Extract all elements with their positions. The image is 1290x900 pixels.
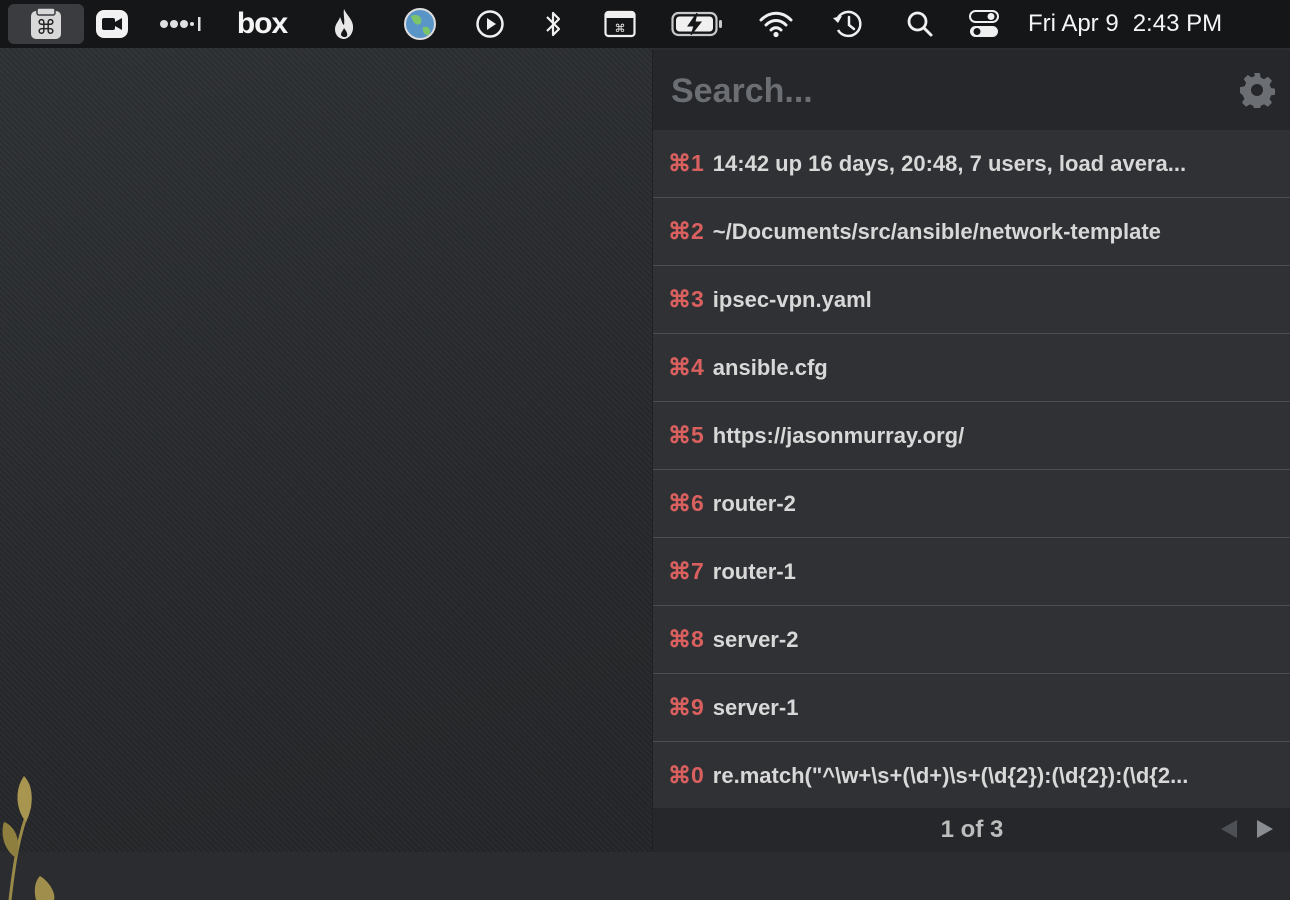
ellipsis-status-button[interactable]: [156, 0, 204, 48]
clipboard-item[interactable]: ⌘3 ipsec-vpn.yaml: [653, 266, 1290, 334]
next-page-arrow-icon[interactable]: [1257, 820, 1273, 838]
svg-text:⌘: ⌘: [36, 15, 56, 39]
globe-icon: [404, 8, 436, 40]
control-center-icon: [969, 10, 999, 37]
laurel-leaf-decoration: [2, 776, 55, 900]
zoom-video-button[interactable]: [92, 0, 132, 48]
search-input[interactable]: [669, 68, 1213, 114]
clipboard-item[interactable]: ⌘0 re.match("^\w+\s+(\d+)\s+(\d{2}):(\d{…: [653, 742, 1290, 810]
spotlight-button[interactable]: [904, 0, 936, 48]
clipboard-item-text: 14:42 up 16 days, 20:48, 7 users, load a…: [712, 150, 1187, 176]
clipboard-item-text: router-2: [712, 490, 796, 516]
dots-bar-icon: [160, 17, 201, 31]
control-center-button[interactable]: [966, 0, 1002, 48]
clipboard-item-text: server-1: [712, 694, 799, 720]
gear-icon[interactable]: [1239, 72, 1275, 108]
shortcut-key: ⌘4: [668, 354, 704, 380]
shortcut-key: ⌘9: [668, 694, 704, 720]
shortcut-key: ⌘6: [668, 490, 704, 516]
globe-app-button[interactable]: [402, 0, 438, 48]
flame-icon: [335, 9, 354, 39]
search-bar: [653, 50, 1290, 130]
window-command-icon: ⌘: [604, 10, 636, 38]
clipboard-item-text: router-1: [712, 558, 796, 584]
shortcut-key: ⌘7: [668, 558, 704, 584]
wifi-icon: [759, 11, 793, 38]
clipboard-item[interactable]: ⌘7 router-1: [653, 538, 1290, 606]
bluetooth-button[interactable]: [540, 0, 566, 48]
clipboard-item-text: server-2: [712, 626, 799, 652]
time-machine-icon: [833, 10, 862, 38]
menu-bar-clock[interactable]: Fri Apr 9 2:43 PM: [1028, 0, 1258, 48]
flame-app-button[interactable]: [330, 0, 358, 48]
box-menu-button[interactable]: box: [232, 0, 292, 48]
video-camera-icon: [96, 10, 128, 38]
clipboard-item-text: https://jasonmurray.org/: [712, 422, 965, 448]
clipboard-menu-extra-button[interactable]: ⌘: [8, 4, 84, 44]
wifi-button[interactable]: [758, 0, 794, 48]
clipboard-item[interactable]: ⌘4 ansible.cfg: [653, 334, 1290, 402]
shortcut-key: ⌘5: [668, 422, 704, 448]
desktop-wallpaper: [0, 48, 652, 900]
shortcut-key: ⌘2: [668, 218, 704, 244]
clipboard-item[interactable]: ⌘2 ~/Documents/src/ansible/network-templ…: [653, 198, 1290, 266]
clipboard-history-panel: ⌘1 14:42 up 16 days, 20:48, 7 users, loa…: [652, 50, 1290, 852]
command-keyboard-icon: ⌘: [31, 7, 61, 39]
clipboard-item-text: ansible.cfg: [712, 354, 828, 380]
shortcut-key: ⌘1: [668, 150, 704, 176]
shortcut-key: ⌘8: [668, 626, 704, 652]
pagination-footer: 1 of 3: [653, 808, 1290, 852]
search-icon: [907, 11, 933, 37]
clipboard-item-text: ipsec-vpn.yaml: [712, 286, 872, 312]
clipboard-item[interactable]: ⌘8 server-2: [653, 606, 1290, 674]
bluetooth-icon: [546, 11, 561, 37]
clipboard-item-list: ⌘1 14:42 up 16 days, 20:48, 7 users, loa…: [653, 130, 1290, 810]
svg-text:⌘: ⌘: [615, 22, 626, 35]
clipboard-item-text: ~/Documents/src/ansible/network-template: [712, 218, 1161, 244]
shortcut-key: ⌘0: [668, 762, 704, 788]
clipboard-item[interactable]: ⌘1 14:42 up 16 days, 20:48, 7 users, loa…: [653, 130, 1290, 198]
page-indicator: 1 of 3: [940, 816, 1004, 843]
menu-bar: ⌘ box ⌘ Fri Apr 9 2:43 PM: [0, 0, 1290, 48]
shortcut-key: ⌘3: [668, 286, 704, 312]
window-shortcuts-button[interactable]: ⌘: [602, 0, 638, 48]
battery-charging-icon: [671, 11, 722, 37]
clock-date: Fri Apr 9: [1028, 10, 1119, 37]
box-logo: box: [236, 7, 288, 40]
play-circle-icon: [476, 10, 504, 38]
clipboard-item-text: re.match("^\w+\s+(\d+)\s+(\d{2}):(\d{2})…: [712, 762, 1189, 788]
battery-status-button[interactable]: [670, 0, 726, 48]
clipboard-item[interactable]: ⌘5 https://jasonmurray.org/: [653, 402, 1290, 470]
clock-time: 2:43 PM: [1132, 10, 1223, 37]
clipboard-item[interactable]: ⌘9 server-1: [653, 674, 1290, 742]
time-machine-button[interactable]: [830, 0, 866, 48]
clipboard-item[interactable]: ⌘6 router-2: [653, 470, 1290, 538]
play-button[interactable]: [474, 0, 506, 48]
previous-page-arrow-icon[interactable]: [1221, 820, 1237, 838]
